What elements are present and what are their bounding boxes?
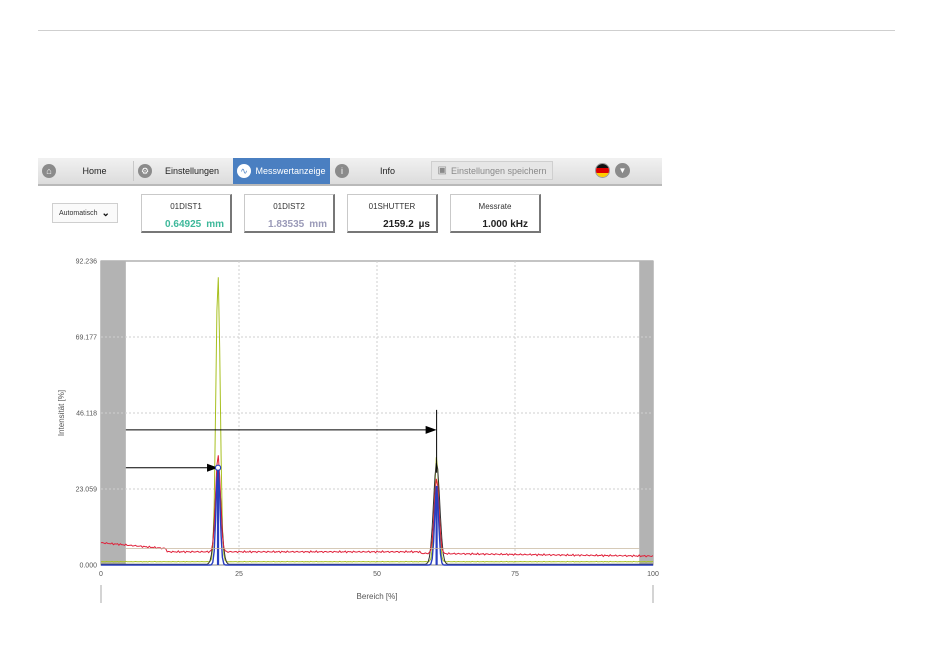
x-tick-label: 25 [235,571,243,578]
y-axis-label: Intensität [%] [57,390,66,436]
intensity-chart: 0.000 23.059 46.118 69.177 92.236 0 25 50 75 100 B… [57,259,659,603]
y-tick-label: 69.177 [76,335,98,342]
y-tick-label: 0.000 [79,563,97,570]
x-tick-label: 0 [99,571,103,578]
x-tick-label: 75 [511,571,519,578]
y-tick-label: 92.236 [76,259,98,266]
y-tick-label: 23.059 [76,487,98,494]
x-axis-label: Bereich [%] [357,592,398,601]
x-tick-label: 50 [373,571,381,578]
x-tick-label: 100 [647,571,659,578]
y-tick-label: 46.118 [76,411,97,418]
peak-point [214,464,222,471]
